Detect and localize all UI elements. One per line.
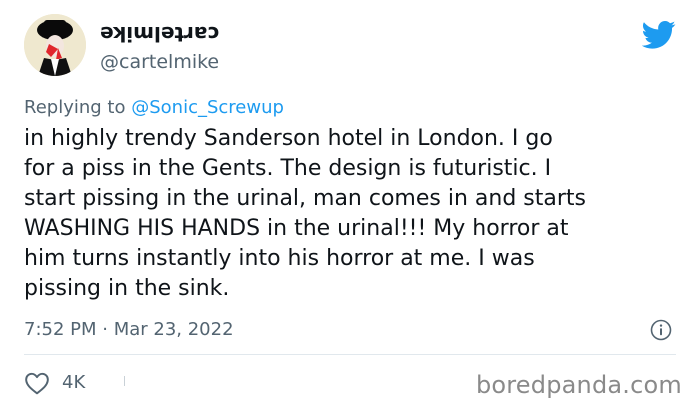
tweet-line: for a piss in the Gents. The design is f…: [24, 156, 552, 181]
tweet-line: start pissing in the urinal, man comes i…: [24, 186, 586, 211]
user-handle[interactable]: @cartelmike: [100, 50, 219, 74]
tweet-timestamp[interactable]: 7:52 PM · Mar 23, 2022: [24, 318, 234, 342]
reply-prefix: Replying to: [24, 97, 126, 118]
tweet-line: him turns instantly into his horror at m…: [24, 246, 535, 271]
like-count: 4K: [62, 372, 86, 393]
tweet-card: cartelmike @cartelmike Replying to @Soni…: [0, 0, 700, 410]
reply-context: Replying to @Sonic_Screwup: [24, 96, 284, 120]
avatar[interactable]: [24, 14, 86, 76]
action-divider: [24, 354, 676, 355]
action-separator: [124, 376, 125, 386]
info-icon[interactable]: [650, 319, 672, 341]
like-button[interactable]: 4K: [24, 368, 85, 398]
tweet-line: pissing in the sink.: [24, 276, 230, 301]
twitter-bird-icon: [642, 20, 676, 49]
display-name[interactable]: cartelmike: [100, 22, 219, 46]
reply-handle-link[interactable]: @Sonic_Screwup: [131, 97, 284, 118]
watermark: boredpanda.com: [475, 371, 682, 399]
tweet-line: in highly trendy Sanderson hotel in Lond…: [24, 126, 553, 151]
avatar-image: [24, 14, 86, 76]
tweet-line: WASHING HIS HANDS in the urinal!!! My ho…: [24, 216, 569, 241]
tweet-text: in highly trendy Sanderson hotel in Lond…: [24, 124, 674, 304]
heart-icon: [25, 372, 49, 395]
